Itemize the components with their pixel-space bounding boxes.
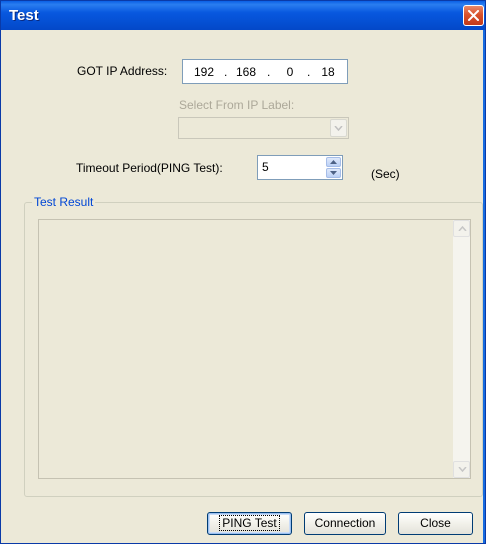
scroll-down-button[interactable]	[453, 461, 470, 478]
test-result-output[interactable]	[38, 219, 471, 479]
ping-test-button[interactable]: PING Test	[207, 512, 292, 535]
test-result-scrollbar[interactable]	[453, 220, 470, 478]
timeout-label: Timeout Period(PING Test):	[76, 161, 223, 175]
ip-octet-1[interactable]: 192	[191, 65, 217, 79]
spin-down-button[interactable]	[326, 168, 341, 178]
ip-label-select-label: Select From IP Label:	[179, 98, 295, 112]
ip-label-dropdown-button[interactable]	[330, 119, 347, 137]
timeout-spinner[interactable]: 5	[257, 155, 343, 180]
connection-label: Connection	[314, 516, 376, 530]
ip-dot: .	[224, 65, 228, 79]
close-window-button[interactable]	[463, 5, 484, 26]
spin-up-button[interactable]	[326, 157, 341, 167]
timeout-value[interactable]: 5	[262, 160, 269, 174]
ip-octet-3[interactable]: 0	[279, 65, 301, 79]
window-title: Test	[9, 7, 39, 24]
ip-dot: .	[307, 65, 311, 79]
close-icon	[468, 10, 479, 21]
scroll-up-icon	[458, 226, 467, 231]
ip-octet-2[interactable]: 168	[233, 65, 259, 79]
ping-test-label: PING Test	[219, 515, 280, 531]
scroll-up-button[interactable]	[453, 220, 470, 237]
window-border-right	[483, 30, 485, 543]
test-result-legend: Test Result	[32, 195, 96, 209]
title-bar[interactable]: Test	[1, 1, 485, 30]
scroll-down-icon	[458, 467, 467, 472]
down-arrow-icon	[330, 171, 337, 175]
test-dialog: Test GOT IP Address: 192 . 168 . 0 . 18 …	[0, 0, 486, 544]
timeout-unit: (Sec)	[371, 167, 400, 181]
ip-octet-4[interactable]: 18	[315, 65, 341, 79]
close-button[interactable]: Close	[398, 512, 473, 535]
chevron-down-icon	[334, 126, 343, 131]
got-ip-address-input[interactable]: 192 . 168 . 0 . 18	[182, 59, 348, 84]
close-label: Close	[420, 516, 451, 530]
ip-dot: .	[267, 65, 271, 79]
got-ip-label: GOT IP Address:	[77, 64, 168, 78]
ip-label-select[interactable]	[178, 117, 349, 139]
connection-button[interactable]: Connection	[304, 512, 386, 535]
up-arrow-icon	[330, 160, 337, 164]
